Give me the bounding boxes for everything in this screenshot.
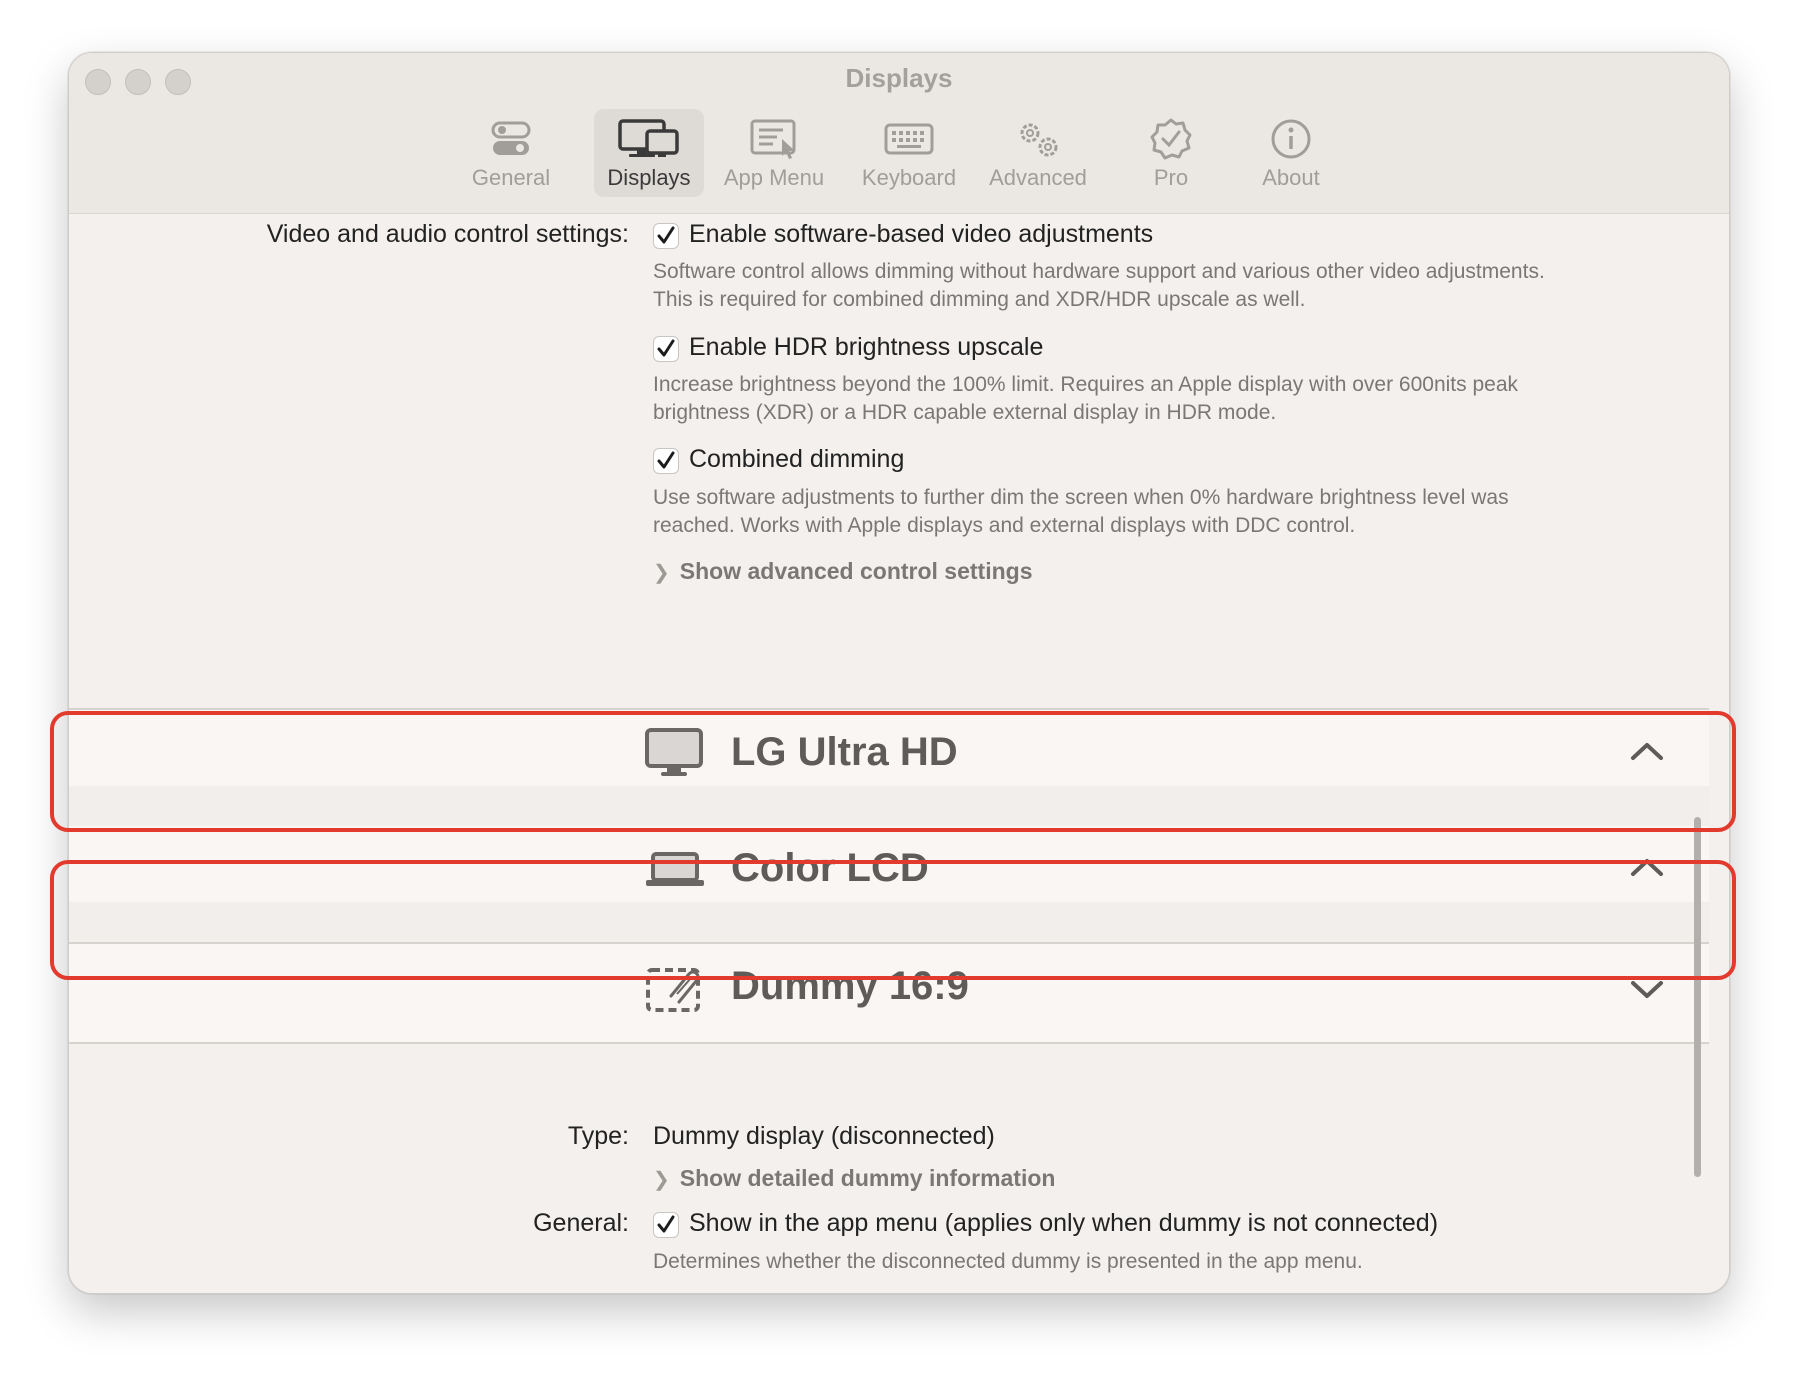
- show-detailed-dummy-information-label: Show detailed dummy information: [679, 1165, 1056, 1191]
- type-label: Type:: [567, 1122, 629, 1150]
- show-advanced-control-settings-label: Show advanced control settings: [679, 558, 1033, 584]
- hdr-brightness-upscale-description-line: brightness (XDR) or a HDR capable extern…: [653, 401, 1277, 424]
- show-in-app-menu-checkbox[interactable]: [653, 1212, 679, 1238]
- tab-label: Advanced: [989, 165, 1087, 190]
- hdr-brightness-upscale-checkbox[interactable]: [653, 336, 679, 362]
- checkmark-seal-icon: [1136, 117, 1206, 161]
- show-in-app-menu-label: Show in the app menu (applies only when …: [689, 1209, 1439, 1237]
- toggles-icon: [466, 117, 556, 161]
- show-detailed-dummy-information-link[interactable]: ❯ Show detailed dummy information: [653, 1165, 1055, 1192]
- chevron-right-icon: ❯: [653, 562, 670, 584]
- tab-label: App Menu: [723, 165, 825, 190]
- chevron-right-icon: ❯: [653, 1169, 670, 1191]
- tab-label: Pro: [1153, 165, 1189, 190]
- tab-pro[interactable]: Pro: [1136, 109, 1206, 197]
- combined-dimming-label: Combined dimming: [689, 445, 905, 473]
- display-header-divider: [69, 1042, 1709, 1044]
- checkmark-icon: [657, 339, 675, 357]
- show-advanced-control-settings-link[interactable]: ❯ Show advanced control settings: [653, 558, 1033, 585]
- hdr-brightness-upscale-label: Enable HDR brightness upscale: [689, 333, 1044, 361]
- preferences-toolbar: General Displays App Menu Keyboard Advan…: [69, 109, 1729, 209]
- checkmark-icon: [657, 226, 675, 244]
- app-menu-icon: [722, 117, 826, 161]
- general-label: General:: [533, 1209, 629, 1237]
- highlight-box-lg-ultra-hd-collapsed-panel: [50, 711, 1736, 832]
- show-in-app-menu-description: Determines whether the disconnected dumm…: [653, 1250, 1363, 1273]
- tab-app-menu[interactable]: App Menu: [722, 109, 826, 197]
- window-title: Displays: [845, 63, 953, 93]
- software-video-adjustments-description-line: This is required for combined dimming an…: [653, 288, 1306, 311]
- keyboard-icon: [855, 117, 963, 161]
- tab-general[interactable]: General: [466, 109, 556, 197]
- software-video-adjustments-checkbox[interactable]: [653, 223, 679, 249]
- hdr-brightness-upscale-description-line: Increase brightness beyond the 100% limi…: [653, 373, 1519, 396]
- title-bar: Displays General Displays App Menu Keybo…: [69, 53, 1729, 214]
- gears-icon: [983, 117, 1093, 161]
- tab-label: About: [1262, 165, 1320, 190]
- displays-icon: [594, 117, 704, 161]
- info-icon: [1251, 117, 1331, 161]
- type-value: Dummy display (disconnected): [653, 1122, 995, 1150]
- tab-label: General: [471, 165, 551, 190]
- tab-advanced[interactable]: Advanced: [983, 109, 1093, 197]
- checkmark-icon: [657, 1215, 675, 1233]
- tab-displays[interactable]: Displays: [594, 109, 704, 197]
- checkmark-icon: [657, 451, 675, 469]
- software-video-adjustments-description-line: Software control allows dimming without …: [653, 260, 1545, 283]
- combined-dimming-description-line: reached. Works with Apple displays and e…: [653, 514, 1356, 537]
- software-video-adjustments-label: Enable software-based video adjustments: [689, 220, 1154, 248]
- tab-keyboard[interactable]: Keyboard: [855, 109, 963, 197]
- chevron-down-icon[interactable]: [1629, 978, 1665, 1005]
- tab-about[interactable]: About: [1251, 109, 1331, 197]
- combined-dimming-checkbox[interactable]: [653, 448, 679, 474]
- video-audio-settings-label: Video and audio control settings:: [266, 220, 629, 248]
- preferences-window: Displays General Displays App Menu Keybo…: [68, 52, 1730, 1294]
- tab-label: Keyboard: [861, 165, 957, 190]
- combined-dimming-description-line: Use software adjustments to further dim …: [653, 486, 1509, 509]
- highlight-box-color-lcd-collapsed-panel: [50, 860, 1736, 980]
